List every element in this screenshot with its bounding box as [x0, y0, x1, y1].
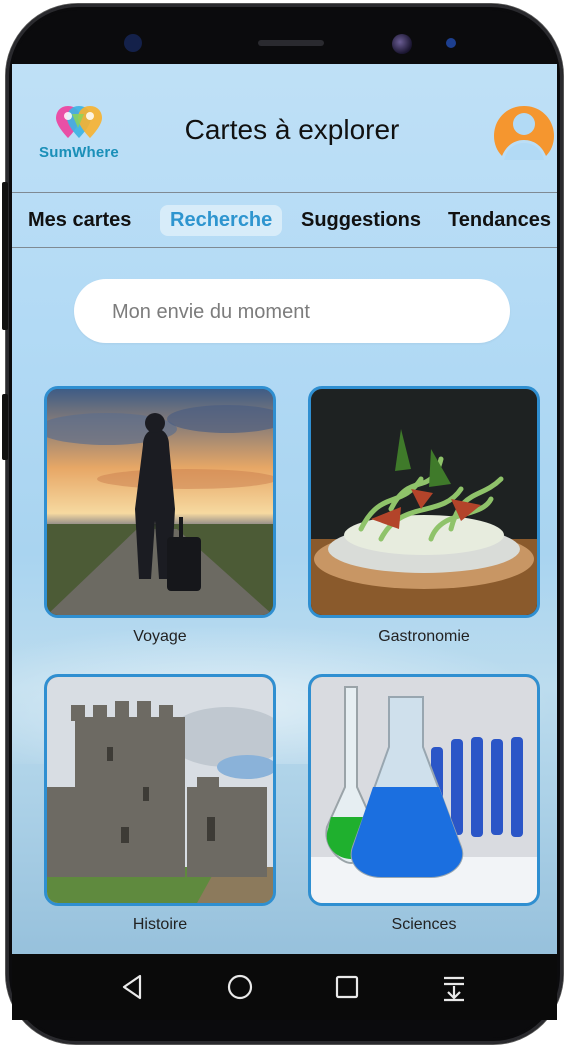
travel-photo-icon[interactable]	[44, 386, 276, 618]
tab-suggestions[interactable]: Suggestions	[291, 205, 431, 236]
search-bar[interactable]	[74, 279, 510, 343]
category-card-voyage[interactable]: Voyage	[44, 386, 276, 646]
castle-photo-icon[interactable]	[44, 674, 276, 906]
user-avatar-icon[interactable]	[492, 104, 556, 160]
lab-flask-photo-icon[interactable]	[308, 674, 540, 906]
map-pins-icon	[56, 106, 102, 138]
system-navigation-bar	[12, 954, 557, 1020]
category-label: Sciences	[391, 916, 457, 933]
proximity-sensor	[446, 38, 456, 48]
category-label: Gastronomie	[378, 628, 470, 645]
category-label: Voyage	[133, 628, 187, 645]
app-screen: SumWhere Cartes à explorer Mes cartes Re…	[12, 64, 557, 954]
page-title: Cartes à explorer	[184, 114, 400, 145]
app-header: SumWhere Cartes à explorer	[12, 64, 557, 192]
front-sensor	[124, 34, 142, 52]
recents-icon[interactable]	[330, 970, 364, 1004]
category-card-sciences[interactable]: Sciences	[308, 674, 540, 934]
tab-recherche[interactable]: Recherche	[160, 205, 283, 236]
volume-button	[2, 182, 8, 330]
power-button	[2, 394, 8, 460]
earpiece-speaker	[258, 40, 324, 46]
food-photo-icon[interactable]	[308, 386, 540, 618]
logo-text: SumWhere	[39, 144, 119, 161]
sumwhere-logo[interactable]: SumWhere	[32, 104, 126, 164]
category-card-histoire[interactable]: Histoire	[44, 674, 276, 934]
front-camera	[392, 34, 412, 54]
notification-pull-icon[interactable]	[437, 970, 471, 1004]
home-icon[interactable]	[223, 970, 257, 1004]
category-tabs: Mes cartes Recherche Suggestions Tendanc…	[12, 192, 557, 248]
tab-tendances[interactable]: Tendances	[438, 205, 557, 236]
back-icon[interactable]	[116, 970, 150, 1004]
tab-mes-cartes[interactable]: Mes cartes	[18, 205, 141, 236]
search-input[interactable]	[110, 297, 494, 327]
category-card-gastronomie[interactable]: Gastronomie	[308, 386, 540, 646]
category-label: Histoire	[132, 916, 188, 933]
